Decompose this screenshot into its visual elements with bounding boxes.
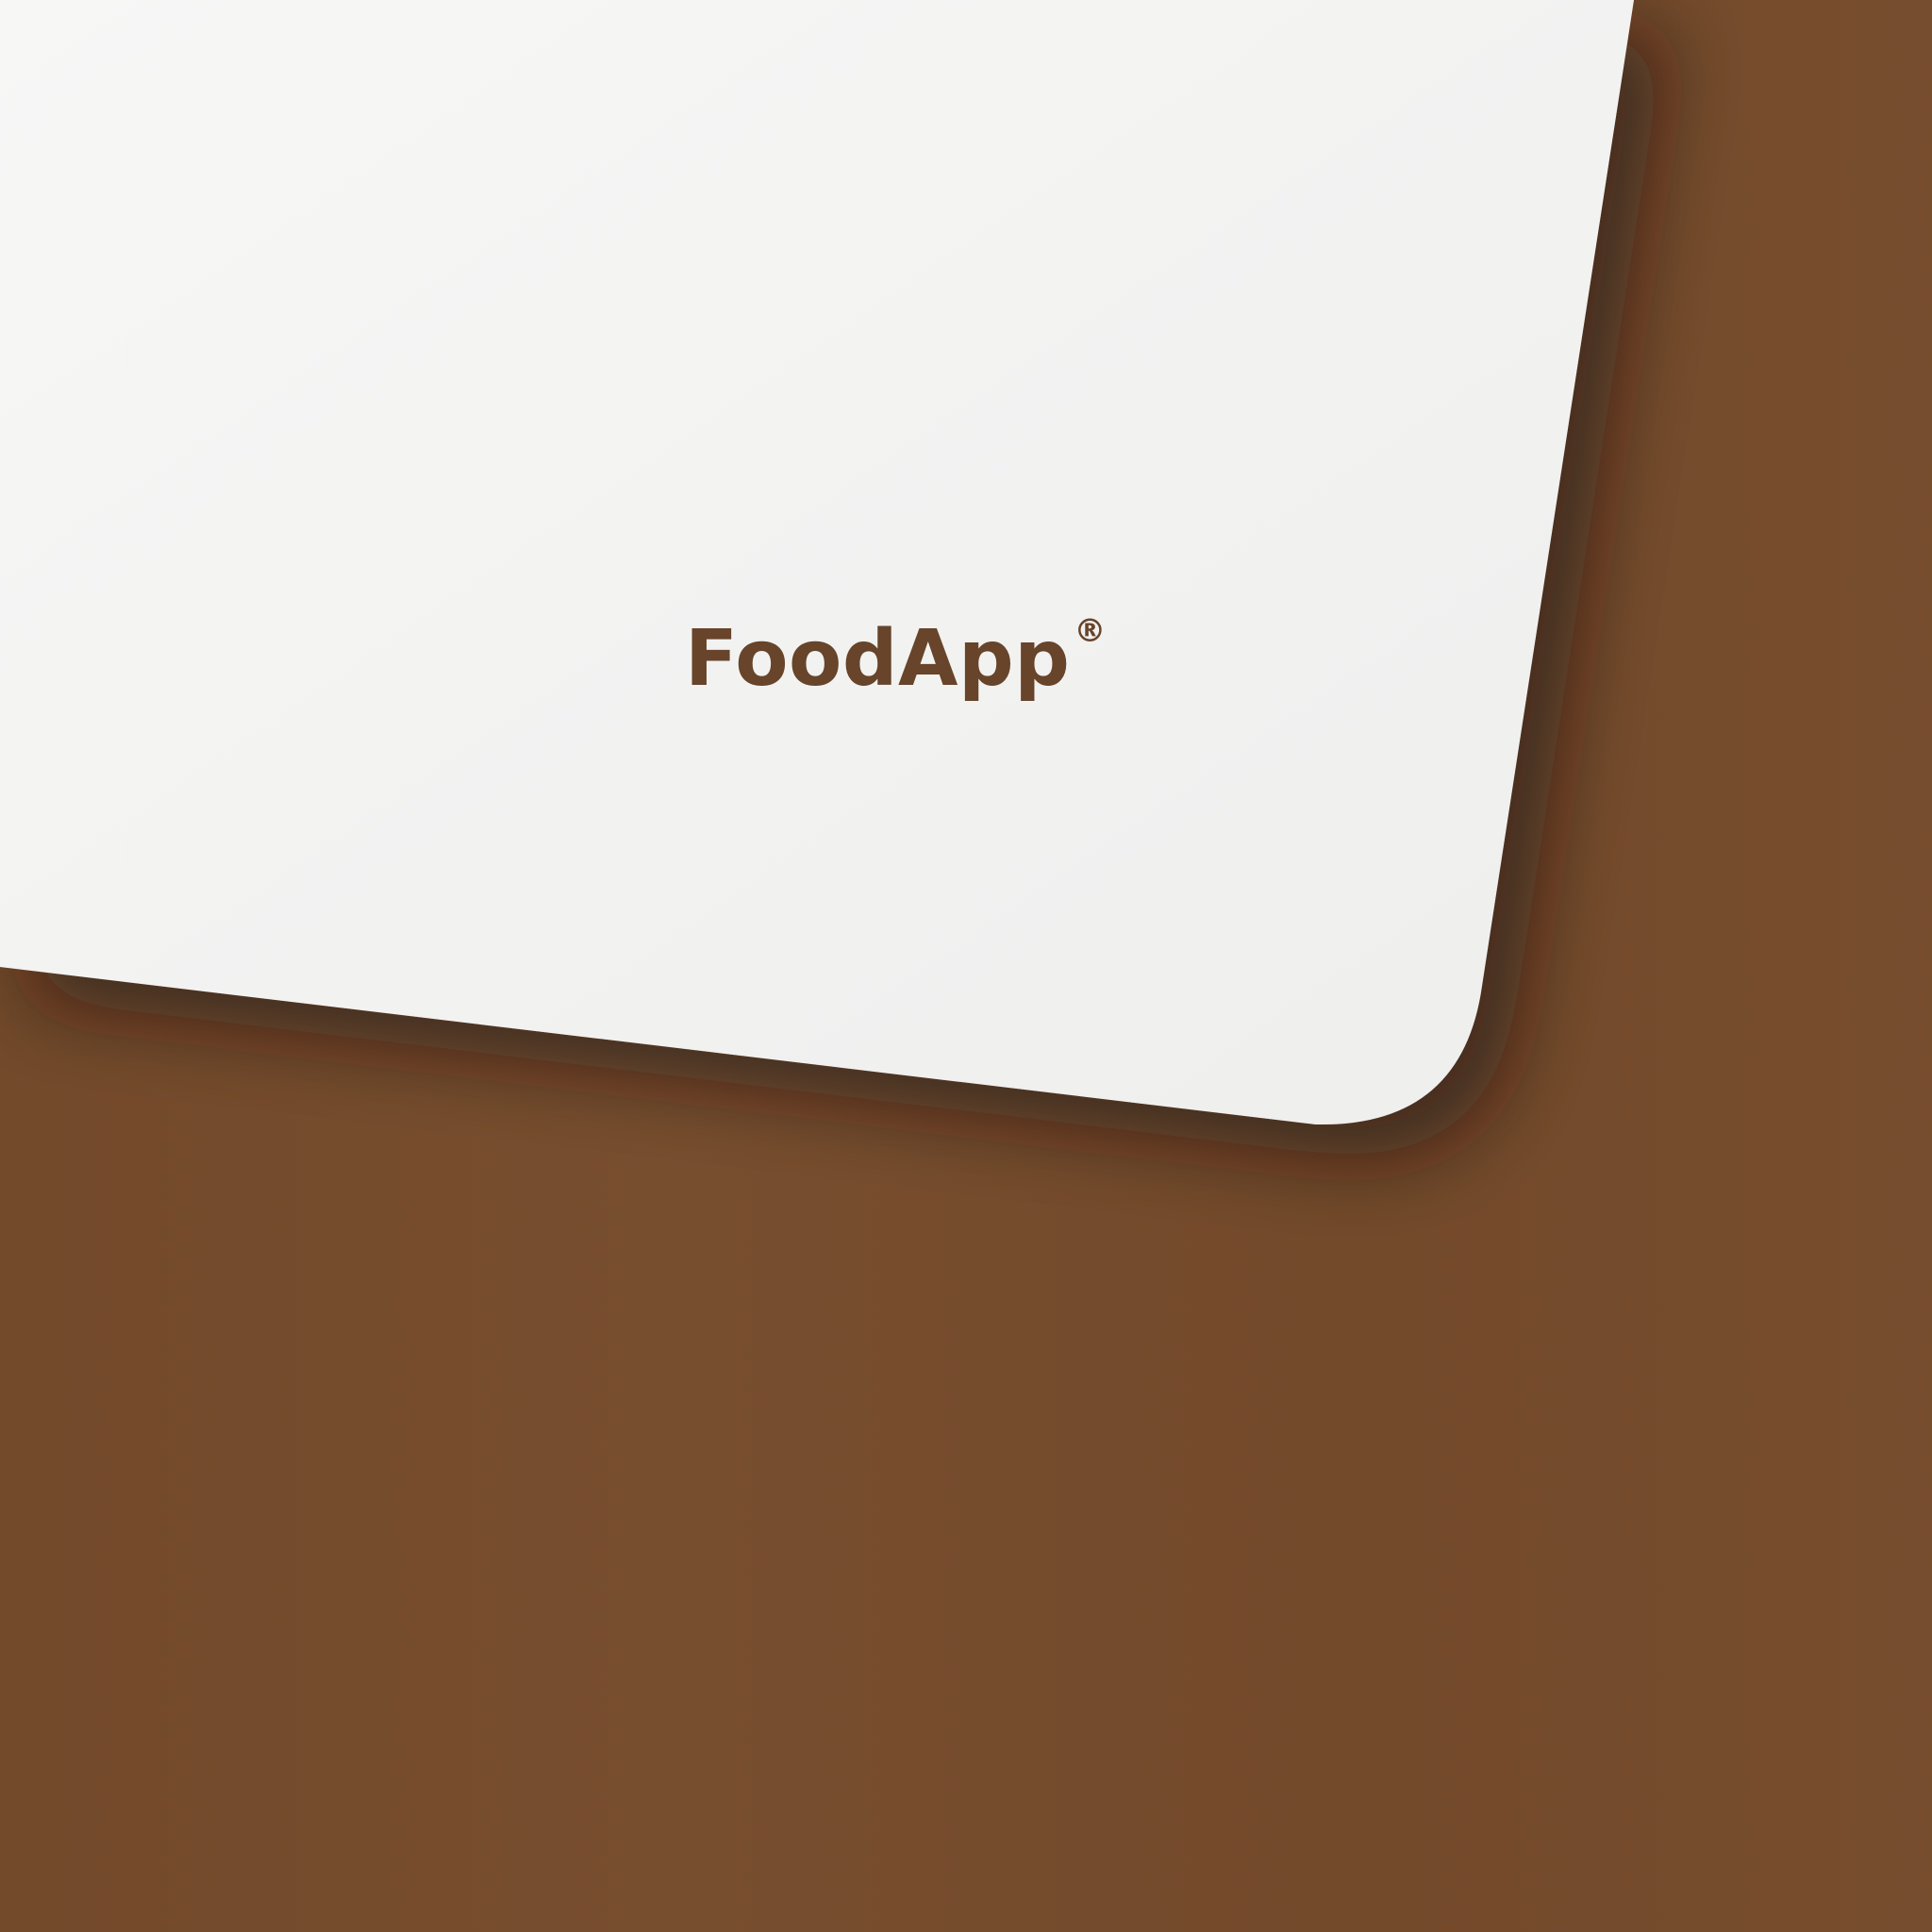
brand-wordmark: FoodApp [685, 614, 1071, 704]
foodapp-logo: FoodApp ® [685, 613, 1138, 717]
registered-trademark-icon: ® [1074, 612, 1107, 650]
card-graphic [0, 0, 1634, 1125]
white-card [0, 0, 1634, 1125]
scene: FoodApp ® [0, 0, 1932, 1932]
